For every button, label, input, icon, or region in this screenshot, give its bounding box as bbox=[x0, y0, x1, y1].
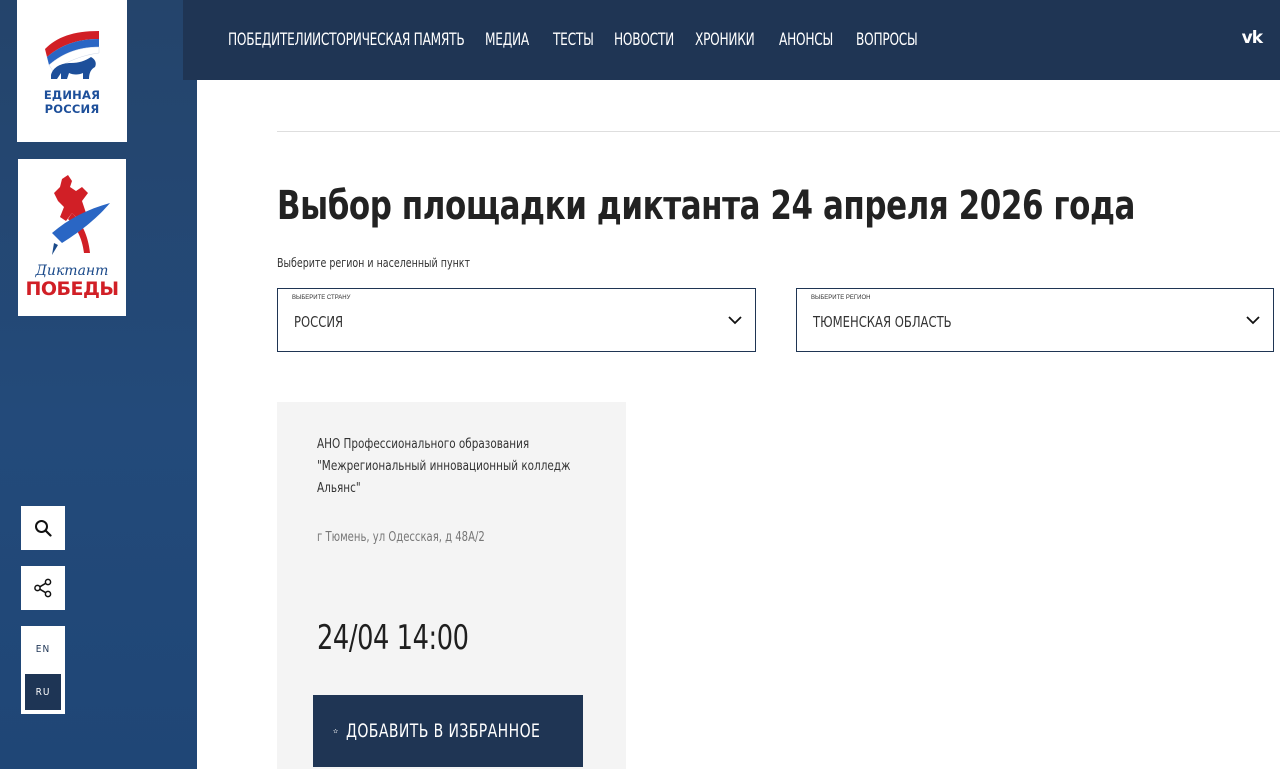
chevron-down-icon bbox=[728, 316, 742, 325]
nav-item-label: ИСТОРИЧЕСКАЯ ПАМЯТЬ bbox=[312, 30, 465, 49]
country-select[interactable]: ВЫБЕРИТЕ СТРАНУ РОССИЯ bbox=[277, 288, 756, 352]
nav-item-label: НОВОСТИ bbox=[614, 30, 674, 49]
nav-menu: ПОБЕДИТЕЛИ ИСТОРИЧЕСКАЯ ПАМЯТЬ МЕДИА ТЕС… bbox=[228, 0, 940, 80]
nav-item-label: АНОНСЫ bbox=[779, 30, 833, 49]
add-to-favorites-button[interactable]: ДОБАВИТЬ В ИЗБРАННОЕ bbox=[313, 695, 583, 767]
page-subtitle: Выберите регион и населенный пункт bbox=[277, 256, 471, 270]
logo-dp-script: Диктант bbox=[35, 263, 109, 279]
region-select[interactable]: ВЫБЕРИТЕ РЕГИОН ТЮМЕНСКАЯ ОБЛАСТЬ bbox=[796, 288, 1274, 352]
search-button[interactable] bbox=[21, 506, 65, 550]
edinaya-rossiya-logo[interactable]: ЕДИНАЯ РОССИЯ bbox=[17, 0, 127, 142]
sidebar: ЕДИНАЯ РОССИЯ Диктант ПОБЕДЫ EN RU bbox=[0, 0, 197, 769]
diktant-pobedy-logo[interactable]: Диктант ПОБЕДЫ bbox=[18, 159, 126, 316]
venue-card: АНО Профессионального образования "Межре… bbox=[277, 402, 626, 769]
nav-item-novosti[interactable]: НОВОСТИ bbox=[614, 30, 695, 50]
vk-icon[interactable]: vk bbox=[1242, 28, 1263, 48]
venue-name: АНО Профессионального образования "Межре… bbox=[317, 436, 571, 496]
nav-item-voprosy[interactable]: ВОПРОСЫ bbox=[856, 30, 940, 50]
nav-item-label: ВОПРОСЫ bbox=[856, 30, 918, 49]
nav-item-pobediteli[interactable]: ПОБЕДИТЕЛИ bbox=[228, 30, 313, 50]
nav-item-label: ХРОНИКИ bbox=[695, 30, 755, 49]
top-navigation: ПОБЕДИТЕЛИ ИСТОРИЧЕСКАЯ ПАМЯТЬ МЕДИА ТЕС… bbox=[183, 0, 1280, 80]
country-select-label: ВЫБЕРИТЕ СТРАНУ bbox=[292, 295, 351, 301]
divider bbox=[277, 131, 1280, 132]
language-switcher: EN RU bbox=[21, 626, 65, 714]
share-button[interactable] bbox=[21, 566, 65, 610]
logo-er-line1: ЕДИНАЯ bbox=[43, 88, 101, 102]
venue-datetime: 24/04 14:00 bbox=[317, 618, 469, 658]
nav-item-media[interactable]: МЕДИА bbox=[485, 30, 553, 50]
logo-er-line2: РОССИЯ bbox=[44, 102, 100, 116]
nav-item-label: ПОБЕДИТЕЛИ bbox=[228, 30, 313, 49]
region-select-label: ВЫБЕРИТЕ РЕГИОН bbox=[811, 295, 871, 301]
page-title: Выбор площадки диктанта 24 апреля 2026 г… bbox=[277, 183, 1136, 229]
search-icon bbox=[35, 520, 52, 537]
horseman-quill-icon bbox=[52, 175, 110, 255]
add-to-favorites-label: ДОБАВИТЬ В ИЗБРАННОЕ bbox=[346, 720, 541, 742]
nav-item-hroniki[interactable]: ХРОНИКИ bbox=[695, 30, 779, 50]
nav-item-anonsy[interactable]: АНОНСЫ bbox=[779, 30, 856, 50]
venue-address: г Тюмень, ул Одесская, д 48А/2 bbox=[317, 530, 485, 545]
nav-item-testy[interactable]: ТЕСТЫ bbox=[553, 30, 614, 50]
region-select-value: ТЮМЕНСКАЯ ОБЛАСТЬ bbox=[813, 313, 952, 331]
nav-item-istoricheskaya-pamyat[interactable]: ИСТОРИЧЕСКАЯ ПАМЯТЬ bbox=[312, 30, 485, 50]
nav-item-label: МЕДИА bbox=[485, 30, 529, 49]
country-select-value: РОССИЯ bbox=[294, 313, 344, 331]
logo-dp-bold: ПОБЕДЫ bbox=[25, 278, 119, 300]
lang-ru-button[interactable]: RU bbox=[25, 674, 61, 710]
share-icon bbox=[34, 578, 52, 598]
star-icon bbox=[333, 728, 338, 734]
lang-en-button[interactable]: EN bbox=[25, 631, 61, 667]
nav-item-label: ТЕСТЫ bbox=[553, 30, 594, 49]
chevron-down-icon bbox=[1246, 316, 1260, 325]
bear-flag-logo-icon bbox=[45, 31, 100, 79]
